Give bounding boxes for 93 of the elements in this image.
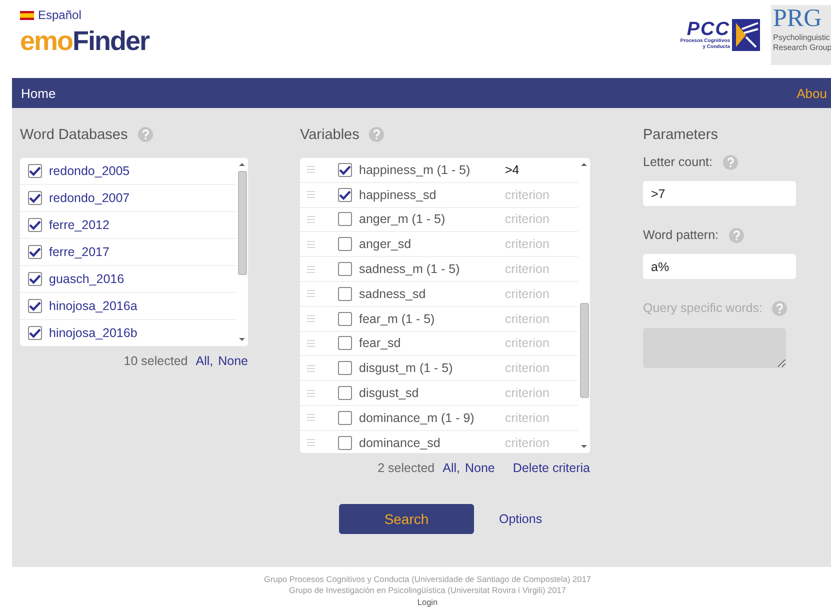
checkbox[interactable] bbox=[338, 361, 352, 376]
input-field[interactable]: >7 bbox=[643, 181, 796, 206]
checkbox[interactable] bbox=[28, 326, 42, 340]
variable-name: disgust_sd bbox=[359, 386, 420, 400]
checkbox[interactable] bbox=[338, 436, 352, 450]
drag-handle-icon[interactable] bbox=[307, 390, 315, 397]
criterion-field[interactable]: criterion bbox=[505, 237, 575, 252]
field-label: Word pattern: bbox=[643, 228, 719, 242]
select-all-link[interactable]: All, bbox=[196, 354, 214, 368]
database-name[interactable]: redondo_2007 bbox=[49, 191, 130, 205]
variable-name: sadness_m (1 - 5) bbox=[359, 262, 461, 276]
variable-name: sadness_sd bbox=[359, 286, 427, 301]
variable-name: disgust_m (1 - 5) bbox=[359, 361, 454, 376]
criterion-field[interactable]: criterion bbox=[505, 336, 575, 350]
checkbox[interactable] bbox=[338, 262, 352, 276]
drag-handle-icon[interactable] bbox=[307, 315, 315, 322]
variable-name: happiness_m (1 - 5) bbox=[359, 162, 472, 177]
criterion-field[interactable]: criterion bbox=[505, 312, 575, 326]
help-icon[interactable] bbox=[722, 154, 738, 170]
nav-link[interactable]: Abou bbox=[796, 86, 831, 100]
criterion-field[interactable]: criterion bbox=[505, 436, 575, 450]
selection-count: 2 selected bbox=[378, 461, 435, 475]
drag-handle-icon[interactable] bbox=[307, 290, 315, 298]
variable-name: anger_m (1 - 5) bbox=[359, 212, 446, 226]
partner-logo: PRG Psycholinguistic Research Group bbox=[771, 5, 831, 65]
drag-handle-icon[interactable] bbox=[307, 191, 315, 198]
options-link[interactable]: Options bbox=[499, 512, 542, 526]
variable-name: dominance_m (1 - 9) bbox=[359, 410, 476, 425]
database-name[interactable]: ferre_2017 bbox=[49, 245, 110, 259]
field-label: Letter count: bbox=[643, 155, 712, 169]
drag-handle-icon[interactable] bbox=[307, 240, 315, 248]
drag-handle-icon[interactable] bbox=[307, 166, 315, 174]
login-link[interactable]: Login bbox=[417, 596, 438, 607]
checkbox[interactable] bbox=[338, 188, 352, 202]
variable-name: fear_m (1 - 5) bbox=[359, 312, 436, 326]
checkbox[interactable] bbox=[338, 162, 352, 177]
checkbox[interactable] bbox=[338, 336, 352, 350]
checkbox[interactable] bbox=[28, 272, 42, 286]
checkbox[interactable] bbox=[338, 286, 352, 301]
delete-criteria-link[interactable]: Delete criteria bbox=[512, 461, 590, 475]
criterion-field[interactable]: criterion bbox=[505, 410, 575, 425]
section-title: Word Databases bbox=[20, 126, 128, 142]
help-icon[interactable] bbox=[772, 300, 788, 316]
search-button[interactable]: Search bbox=[339, 504, 474, 534]
database-name[interactable]: ferre_2012 bbox=[49, 218, 110, 232]
nav-link[interactable]: Home bbox=[12, 86, 56, 100]
checkbox[interactable] bbox=[338, 237, 352, 252]
variable-name: fear_sd bbox=[359, 336, 402, 350]
checkbox[interactable] bbox=[338, 410, 352, 425]
criterion-field[interactable]: criterion bbox=[505, 212, 575, 226]
criterion-field[interactable]: criterion bbox=[505, 361, 575, 376]
checkbox[interactable] bbox=[338, 212, 352, 226]
drag-handle-icon[interactable] bbox=[307, 216, 315, 223]
criterion-field[interactable]: >4 bbox=[505, 162, 575, 177]
checkbox[interactable] bbox=[338, 386, 352, 400]
input-field[interactable]: a% bbox=[643, 254, 796, 279]
variable-name: happiness_sd bbox=[359, 188, 438, 202]
variable-name: dominance_sd bbox=[359, 436, 442, 450]
drag-handle-icon[interactable] bbox=[307, 439, 315, 446]
select-none-link[interactable]: None bbox=[218, 354, 248, 368]
database-name[interactable]: redondo_2005 bbox=[49, 164, 130, 178]
database-name[interactable]: hinojosa_2016b bbox=[49, 326, 138, 340]
footer-text: Grupo Procesos Cognitivos y Conducta (Universidade de Santiago de Compostela) 2017 bbox=[264, 574, 591, 585]
field-label: Query specific words: bbox=[643, 301, 762, 315]
checkbox[interactable] bbox=[28, 218, 42, 232]
drag-handle-icon[interactable] bbox=[307, 414, 315, 422]
footer-text: Grupo de Investigación en Psicolingüística (Universitat Rovira i Virgili) 2017 bbox=[288, 585, 566, 596]
criterion-field[interactable]: criterion bbox=[505, 188, 575, 202]
section-title: Parameters bbox=[643, 126, 719, 144]
criterion-field[interactable]: criterion bbox=[505, 286, 575, 301]
database-name[interactable]: guasch_2016 bbox=[49, 272, 124, 286]
database-name[interactable]: hinojosa_2016a bbox=[49, 299, 138, 313]
checkbox[interactable] bbox=[28, 299, 42, 313]
drag-handle-icon[interactable] bbox=[307, 364, 315, 372]
help-icon[interactable] bbox=[728, 228, 744, 242]
app-logo: emoFinder bbox=[20, 26, 150, 56]
variable-name: anger_sd bbox=[359, 237, 412, 252]
checkbox[interactable] bbox=[28, 164, 42, 178]
selection-count: 10 selected bbox=[124, 354, 188, 368]
checkbox[interactable] bbox=[28, 245, 42, 259]
select-all-link[interactable]: All, bbox=[442, 461, 460, 475]
criterion-field[interactable]: criterion bbox=[505, 262, 575, 276]
criterion-field[interactable]: criterion bbox=[505, 386, 575, 400]
checkbox[interactable] bbox=[338, 312, 352, 326]
drag-handle-icon[interactable] bbox=[307, 340, 315, 347]
language-link[interactable]: Español bbox=[20, 8, 82, 22]
help-icon[interactable] bbox=[138, 127, 153, 142]
checkbox[interactable] bbox=[28, 191, 42, 205]
drag-handle-icon[interactable] bbox=[307, 266, 315, 273]
section-title: Variables bbox=[300, 126, 360, 142]
help-icon[interactable] bbox=[369, 127, 384, 142]
select-none-link[interactable]: None bbox=[464, 461, 495, 475]
spanish-flag-icon bbox=[20, 10, 34, 20]
